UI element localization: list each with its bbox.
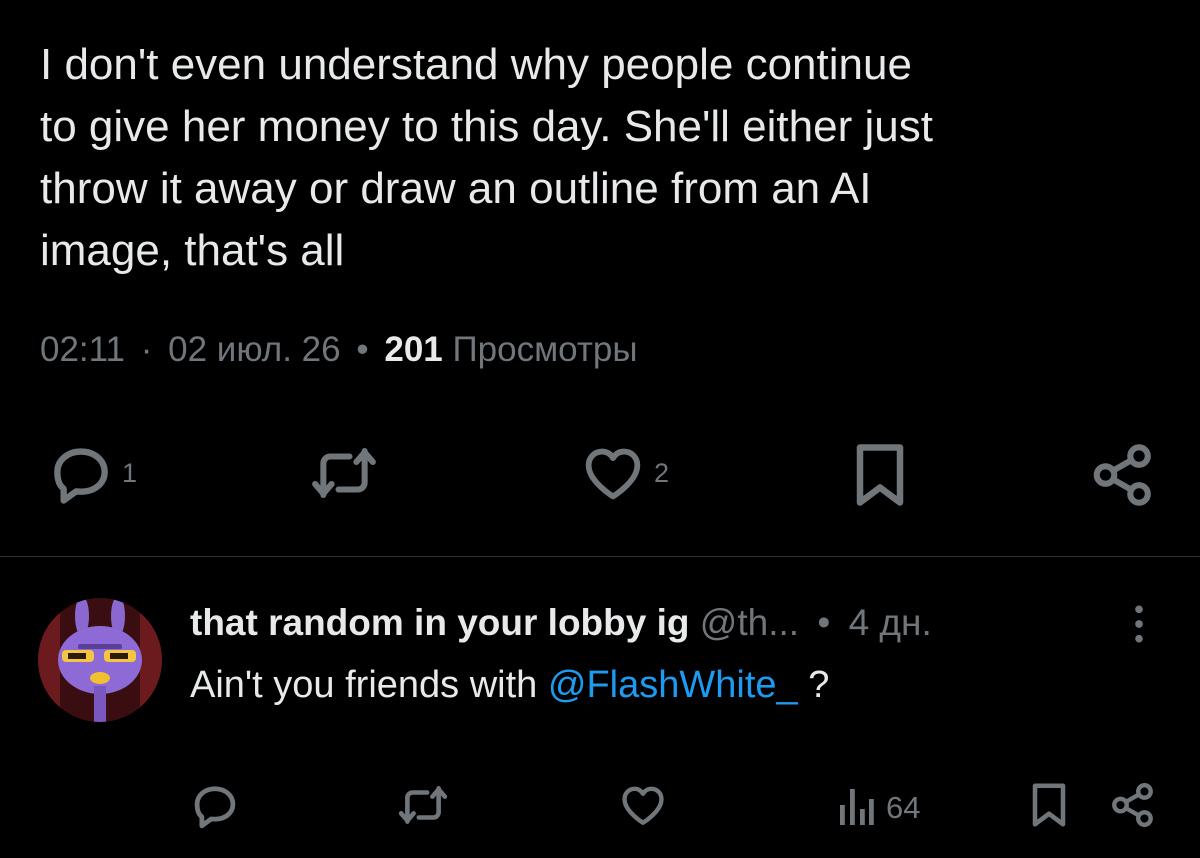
reply-reply-button[interactable]: [190, 780, 240, 835]
reply-display-name[interactable]: that random in your lobby ig: [190, 602, 690, 643]
reply-views-count: 64: [886, 789, 921, 825]
reply-count: 1: [122, 457, 138, 488]
meta-separator: ·: [140, 330, 153, 369]
reply-tweet[interactable]: that random in your lobby ig @th... • 4 …: [0, 580, 1200, 858]
retweet-icon: [308, 440, 380, 506]
retweet-button[interactable]: [308, 440, 380, 506]
meta-bullet: •: [356, 330, 369, 369]
reply-button[interactable]: 1: [48, 440, 137, 506]
retweet-icon: [396, 780, 450, 835]
reply-icon: [48, 440, 114, 506]
like-icon: [618, 780, 668, 835]
views-count: 201: [384, 330, 443, 369]
like-icon: [580, 440, 646, 506]
reply-bookmark-button[interactable]: [1028, 780, 1070, 835]
reply-like-button[interactable]: [618, 780, 668, 835]
reply-icon: [190, 780, 240, 835]
reply-share-button[interactable]: [1108, 780, 1158, 835]
reply-text-after: ?: [797, 664, 830, 706]
avatar[interactable]: [38, 598, 162, 722]
reply-text: Ain't you friends with @FlashWhite_ ?: [190, 664, 829, 707]
reply-age[interactable]: 4 дн.: [849, 602, 932, 643]
reply-actions: 64: [0, 780, 1200, 830]
tweet-text: I don't even understand why people conti…: [40, 40, 933, 275]
reply-retweet-button[interactable]: [396, 780, 450, 835]
share-icon: [1088, 440, 1158, 510]
bookmark-icon: [850, 440, 910, 510]
share-button[interactable]: [1088, 440, 1158, 510]
reply-header: that random in your lobby ig @th... • 4 …: [190, 602, 932, 644]
bookmark-icon: [1028, 780, 1070, 835]
tweet-time[interactable]: 02:11: [40, 330, 125, 369]
divider: [0, 556, 1200, 557]
mention-link[interactable]: @FlashWhite_: [548, 664, 798, 706]
reply-text-before: Ain't you friends with: [190, 664, 548, 706]
tweet-actions: 1 2: [0, 440, 1200, 510]
bookmark-button[interactable]: [850, 440, 910, 510]
share-icon: [1108, 780, 1158, 835]
more-icon[interactable]: [1128, 602, 1150, 651]
like-button[interactable]: 2: [580, 440, 669, 506]
tweet-date[interactable]: 02 июл. 26: [168, 330, 341, 369]
reply-handle[interactable]: @th...: [700, 602, 799, 643]
like-count: 2: [654, 457, 670, 488]
reply-bullet: •: [817, 602, 831, 643]
views-label: Просмотры: [452, 330, 638, 369]
reply-views-button[interactable]: 64: [836, 780, 920, 835]
views-icon: [836, 780, 876, 835]
tweet-meta: 02:11 · 02 июл. 26 • 201 Просмотры: [40, 330, 638, 370]
